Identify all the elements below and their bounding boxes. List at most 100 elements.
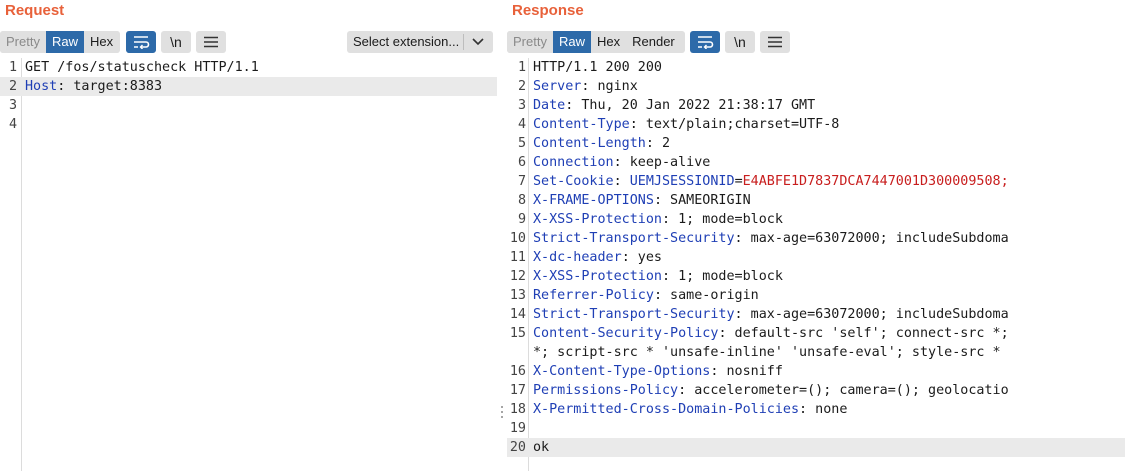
editor-line[interactable]: 10 Strict-Transport-Security: max-age=630… (507, 229, 1125, 248)
line-number: 15 (509, 326, 526, 341)
header-value: default-src 'self'; connect-src *; (726, 326, 1009, 341)
header-value: ok (533, 440, 550, 455)
editor-line[interactable]: 4 (0, 115, 497, 134)
header-name: Set-Cookie (533, 174, 614, 189)
editor-line[interactable]: 16 X-Content-Type-Options: nosniff (507, 362, 1125, 381)
menu-button[interactable] (760, 31, 790, 53)
line-content: Connection: keep-alive (533, 153, 710, 172)
response-title: Response (512, 2, 584, 19)
header-value: HTTP/1.1 200 200 (533, 60, 662, 75)
line-number: 19 (509, 421, 526, 436)
response-pane: Response Pretty Raw Hex Render \n 1 HTTP/… (507, 0, 1125, 471)
line-number: 7 (517, 174, 526, 189)
editor-line[interactable]: 15 Content-Security-Policy: default-src '… (507, 324, 1125, 343)
header-separator: : (653, 193, 662, 208)
header-name: Permissions-Policy (533, 383, 679, 398)
header-value: text/plain;charset=UTF-8 (637, 117, 840, 132)
line-number: 6 (517, 155, 526, 170)
header-name: X-XSS-Protection (533, 212, 662, 227)
line-content: X-Permitted-Cross-Domain-Policies: none (533, 400, 847, 419)
editor-line[interactable]: 3 (0, 96, 497, 115)
request-toolbar: Pretty Raw Hex \n Select extension... (0, 31, 497, 53)
menu-icon (204, 36, 218, 48)
line-content: X-FRAME-OPTIONS: SAMEORIGIN (533, 191, 751, 210)
editor-line[interactable]: 2 Host: target:8383 (0, 77, 497, 96)
header-separator: : (799, 402, 808, 417)
response-editor[interactable]: 1 HTTP/1.1 200 200 2 Server: nginx 3 Date: Th… (507, 58, 1125, 471)
header-name: Host (25, 79, 58, 94)
response-view-tabs: Pretty Raw Hex Render (507, 31, 685, 53)
header-name: X-Permitted-Cross-Domain-Policies (533, 402, 800, 417)
header-name: Strict-Transport-Security (533, 231, 735, 246)
tab-hex[interactable]: Hex (83, 31, 120, 53)
header-value: same-origin (662, 288, 759, 303)
line-content: Content-Type: text/plain;charset=UTF-8 (533, 115, 839, 134)
editor-line[interactable]: 1 HTTP/1.1 200 200 (507, 58, 1125, 77)
tab-pretty[interactable]: Pretty (507, 31, 553, 53)
resize-handle-icon[interactable] (500, 406, 504, 422)
tab-render[interactable]: Render (626, 31, 681, 53)
wrap-lines-icon (134, 36, 150, 49)
newline-toggle-button[interactable]: \n (725, 31, 755, 53)
editor-line[interactable]: 4 Content-Type: text/plain;charset=UTF-8 (507, 115, 1125, 134)
header-name: Connection (533, 155, 614, 170)
editor-line[interactable]: 1 GET /fos/statuscheck HTTP/1.1 (0, 58, 497, 77)
header-separator: : (613, 174, 622, 189)
line-number: 2 (8, 79, 17, 94)
menu-icon (768, 36, 782, 48)
tab-raw[interactable]: Raw (552, 31, 591, 53)
editor-line[interactable]: 9 X-XSS-Protection: 1; mode=block (507, 210, 1125, 229)
header-value: 1; mode=block (670, 269, 783, 284)
header-separator: : (629, 117, 638, 132)
newline-toggle-button[interactable]: \n (161, 31, 191, 53)
line-content: X-dc-header: yes (533, 248, 662, 267)
editor-line[interactable]: 12 X-XSS-Protection: 1; mode=block (507, 267, 1125, 286)
line-number: 3 (8, 98, 17, 113)
select-extension-dropdown[interactable]: Select extension... (347, 31, 493, 53)
editor-line[interactable]: 6 Connection: keep-alive (507, 153, 1125, 172)
cookie-equals: = (734, 174, 743, 189)
tab-pretty[interactable]: Pretty (0, 31, 46, 53)
header-value: yes (629, 250, 662, 265)
select-extension-label: Select extension... (353, 34, 460, 49)
header-name: Strict-Transport-Security (533, 307, 735, 322)
editor-line[interactable]: 18 X-Permitted-Cross-Domain-Policies: non… (507, 400, 1125, 419)
line-content: X-Content-Type-Options: nosniff (533, 362, 783, 381)
editor-line[interactable]: 5 Content-Length: 2 (507, 134, 1125, 153)
editor-line[interactable]: 20 ok (507, 438, 1125, 457)
editor-line[interactable]: 13 Referrer-Policy: same-origin (507, 286, 1125, 305)
line-content: Strict-Transport-Security: max-age=63072… (533, 229, 1009, 248)
line-content: HTTP/1.1 200 200 (533, 58, 662, 77)
editor-line[interactable]: 3 Date: Thu, 20 Jan 2022 21:38:17 GMT (507, 96, 1125, 115)
editor-line[interactable]: 7 Set-Cookie: UEMJSESSIONID=E4ABFE1D7837D… (507, 172, 1125, 191)
editor-line[interactable]: *; script-src * 'unsafe-inline' 'unsafe-… (507, 343, 1125, 362)
header-separator: : (662, 269, 671, 284)
header-name: Content-Security-Policy (533, 326, 719, 341)
tab-hex[interactable]: Hex (590, 31, 627, 53)
line-number: 4 (8, 117, 17, 132)
header-name: X-Content-Type-Options (533, 364, 711, 379)
tab-raw[interactable]: Raw (45, 31, 84, 53)
editor-line[interactable]: 14 Strict-Transport-Security: max-age=630… (507, 305, 1125, 324)
editor-line[interactable]: 19 (507, 419, 1125, 438)
editor-line[interactable]: 2 Server: nginx (507, 77, 1125, 96)
request-editor[interactable]: 1 GET /fos/statuscheck HTTP/1.1 2 Host: tar… (0, 58, 497, 471)
wrap-lines-button[interactable] (690, 31, 720, 53)
line-number: 20 (509, 440, 526, 455)
header-name: Content-Length (533, 136, 646, 151)
header-value: max-age=63072000; includeSubdoma (742, 307, 1009, 322)
editor-line[interactable]: 8 X-FRAME-OPTIONS: SAMEORIGIN (507, 191, 1125, 210)
header-value: SAMEORIGIN (662, 193, 751, 208)
line-number: 14 (509, 307, 526, 322)
header-name: X-XSS-Protection (533, 269, 662, 284)
line-number: 12 (509, 269, 526, 284)
line-number: 1 (8, 60, 17, 75)
wrap-lines-button[interactable] (126, 31, 156, 53)
header-value: 1; mode=block (670, 212, 783, 227)
menu-button[interactable] (196, 31, 226, 53)
pane-divider[interactable] (497, 0, 507, 471)
editor-line[interactable]: 17 Permissions-Policy: accelerometer=(); … (507, 381, 1125, 400)
editor-line[interactable]: 11 X-dc-header: yes (507, 248, 1125, 267)
line-number: 13 (509, 288, 526, 303)
header-separator: : (678, 383, 687, 398)
